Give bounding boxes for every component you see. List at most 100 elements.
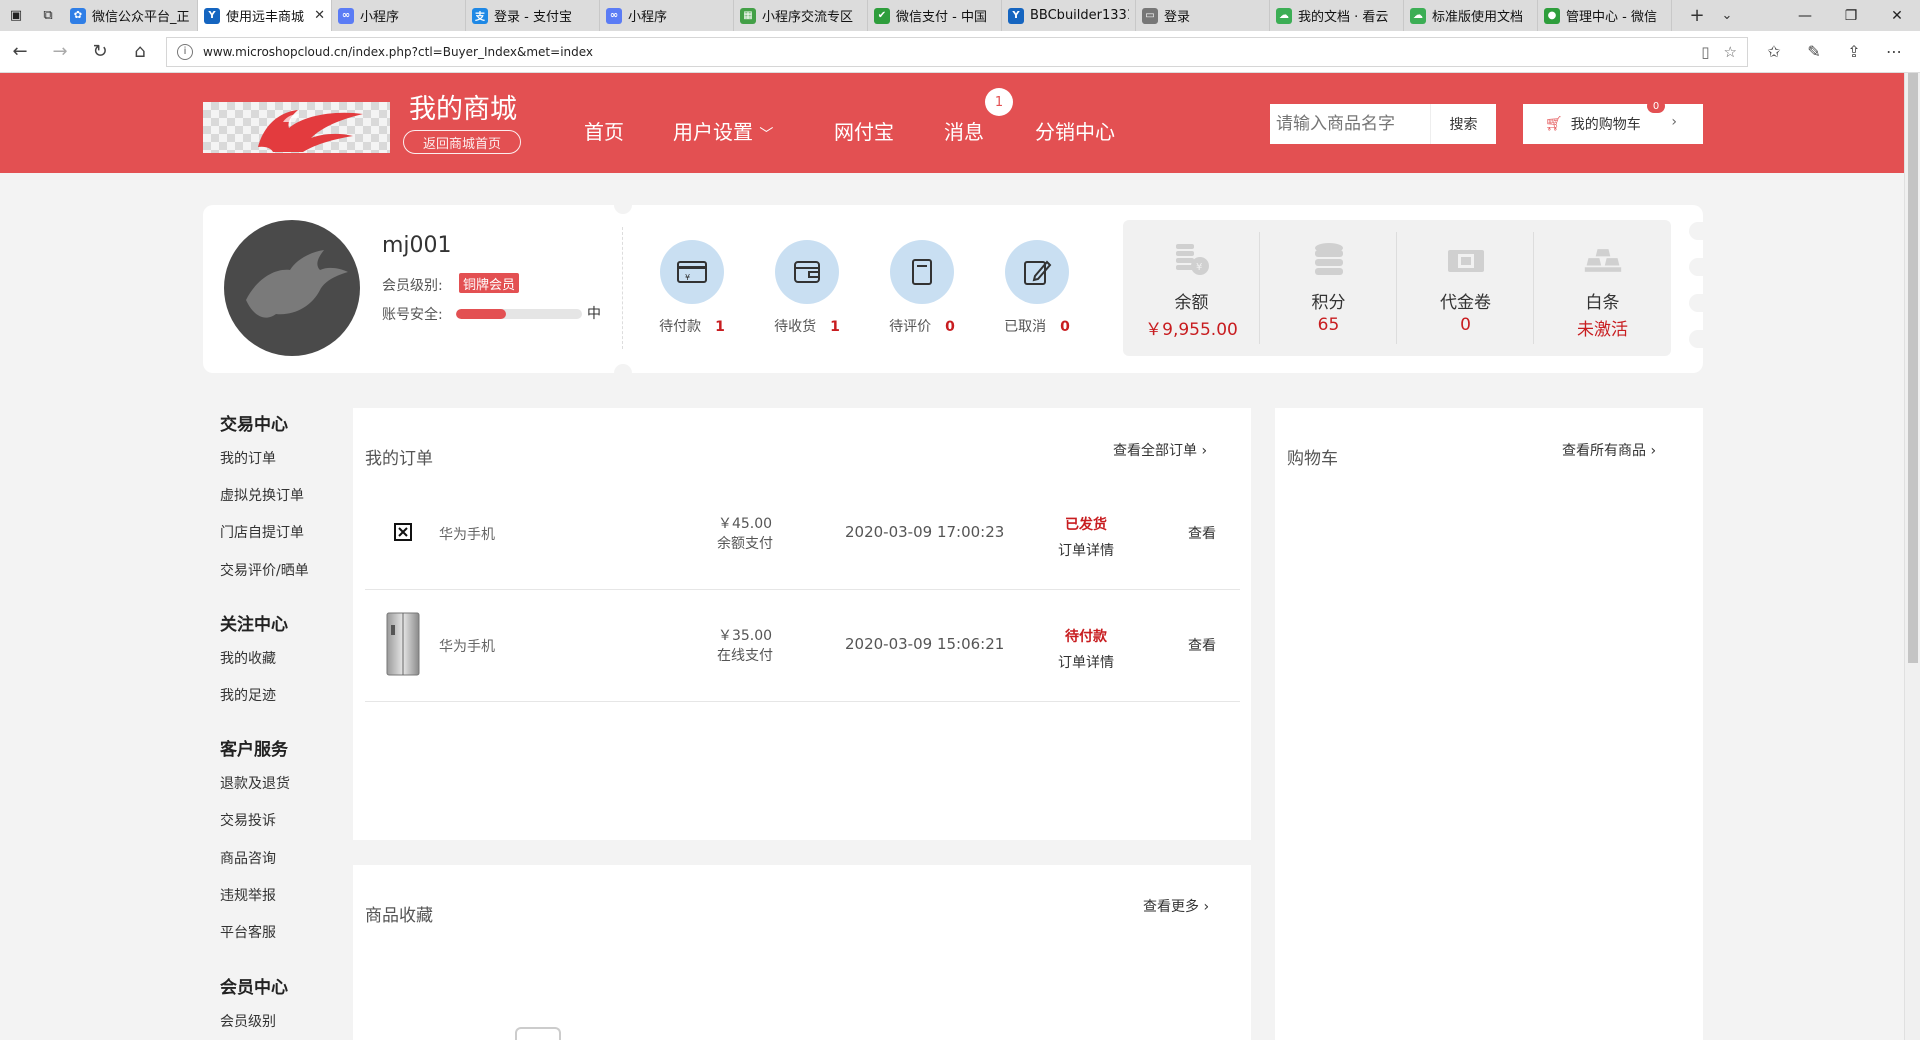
sidebar-item-inquiries[interactable]: 商品咨询 xyxy=(220,848,276,868)
product-image-placeholder[interactable] xyxy=(377,492,429,572)
asset-balance[interactable]: ¥ 余额 ￥9,955.00 xyxy=(1123,220,1260,356)
cart-panel xyxy=(1275,408,1703,1040)
scrollbar-thumb[interactable] xyxy=(1908,73,1918,663)
browser-tab[interactable]: ∞ 小程序 xyxy=(332,0,466,31)
browser-tab[interactable]: ✔ 微信支付 - 中国 xyxy=(868,0,1002,31)
minimize-button[interactable]: — xyxy=(1782,0,1828,31)
sidebar-item-my-orders[interactable]: 我的订单 xyxy=(220,448,276,468)
order-pay-method: 余额支付 xyxy=(717,536,773,552)
database-icon xyxy=(1309,242,1349,278)
order-stat-cancelled[interactable]: 已取消 0 xyxy=(992,240,1082,336)
browser-tab[interactable]: Y 使用远丰商城 ✕ xyxy=(198,0,332,31)
sidebar-item-member-level[interactable]: 会员级别 xyxy=(220,1011,276,1031)
security-level: 中 xyxy=(587,306,601,322)
forward-button[interactable]: → xyxy=(40,41,80,62)
browser-tab[interactable]: ▭ 登录 xyxy=(1136,0,1270,31)
browser-tab-label: 小程序 xyxy=(360,10,400,25)
card-icon: ¥ xyxy=(660,240,724,304)
my-cart-button[interactable]: 🛒︎ 我的购物车 › xyxy=(1523,104,1703,144)
card-notch xyxy=(614,196,632,214)
reading-view-icon[interactable]: ▯ xyxy=(1701,43,1709,61)
order-view-link[interactable]: 查看 xyxy=(1188,523,1216,543)
browser-tab[interactable]: Y BBCbuilder1331 xyxy=(1002,0,1136,31)
browser-tab[interactable]: ☁ 标准版使用文档 xyxy=(1404,0,1538,31)
more-icon[interactable]: ⋯ xyxy=(1874,42,1914,61)
sidebar-item-reports[interactable]: 违规举报 xyxy=(220,885,276,905)
search-input[interactable] xyxy=(1276,114,1426,134)
new-tab-button[interactable]: + xyxy=(1682,0,1712,31)
back-to-mall-button[interactable]: 返回商城首页 xyxy=(403,130,521,154)
avatar[interactable] xyxy=(224,220,360,356)
close-window-button[interactable]: ✕ xyxy=(1874,0,1920,31)
security-progress-bar xyxy=(456,309,582,319)
member-level-badge[interactable]: 铜牌会员 xyxy=(459,273,520,293)
sidebar-item-refunds[interactable]: 退款及退货 xyxy=(220,773,290,793)
tab-list-chevron-icon[interactable]: ⌄ xyxy=(1712,0,1742,31)
refresh-button[interactable]: ↻ xyxy=(80,41,120,62)
card-scallop xyxy=(1689,258,1703,276)
nav-distribution[interactable]: 分销中心 xyxy=(1035,116,1115,145)
tab-actions-icon[interactable]: ▣ xyxy=(0,0,32,31)
order-detail-link[interactable]: 订单详情 xyxy=(1050,650,1122,676)
empty-favorites-icon xyxy=(515,1027,561,1040)
sidebar-item-reviews[interactable]: 交易评价/晒单 xyxy=(220,560,309,580)
view-all-cart-link[interactable]: 查看所有商品 › xyxy=(1562,440,1656,460)
back-button[interactable]: ← xyxy=(0,41,40,62)
close-tab-icon[interactable]: ✕ xyxy=(314,8,325,23)
order-product-name[interactable]: 华为手机 xyxy=(439,636,495,656)
orders-panel-title: 我的订单 xyxy=(365,449,433,469)
set-aside-tabs-icon[interactable]: ⧉ xyxy=(32,0,64,31)
tab-favicon-icon: ● xyxy=(1544,7,1560,24)
sidebar-item-pickup-orders[interactable]: 门店自提订单 xyxy=(220,522,304,542)
restore-button[interactable]: ❐ xyxy=(1828,0,1874,31)
nav-home[interactable]: 首页 xyxy=(584,116,624,145)
browser-tab[interactable]: ∞ 小程序 xyxy=(600,0,734,31)
order-pay-method: 在线支付 xyxy=(717,648,773,664)
browser-tab[interactable]: ✿ 微信公众平台_正 xyxy=(64,0,198,31)
view-more-favorites-link[interactable]: 查看更多 › xyxy=(1143,896,1209,916)
url-field[interactable]: i www.microshopcloud.cn/index.php?ctl=Bu… xyxy=(166,36,1748,67)
view-all-orders-link[interactable]: 查看全部订单 › xyxy=(1113,440,1207,460)
brand-title[interactable]: 我的商城 xyxy=(409,87,517,126)
nav-user-settings[interactable]: 用户设置 ﹀ xyxy=(673,116,773,145)
order-stat-pending-payment[interactable]: ¥ 待付款 1 xyxy=(647,240,737,336)
asset-points[interactable]: 积分 65 xyxy=(1260,220,1397,356)
sidebar-item-complaints[interactable]: 交易投诉 xyxy=(220,810,276,830)
voucher-icon xyxy=(1446,242,1486,278)
search-button[interactable]: 搜索 xyxy=(1430,104,1496,144)
chevron-down-icon: ﹀ xyxy=(759,127,774,143)
sidebar-item-favorites[interactable]: 我的收藏 xyxy=(220,648,276,668)
card-scallop xyxy=(1689,294,1703,312)
order-stat-label: 待收货 xyxy=(774,319,817,335)
nav-wangfubao[interactable]: 网付宝 xyxy=(834,116,894,145)
asset-voucher[interactable]: 代金卷 0 xyxy=(1397,220,1534,356)
page-scrollbar[interactable] xyxy=(1904,73,1920,1040)
order-stat-pending-receipt[interactable]: 待收货 1 xyxy=(762,240,852,336)
sidebar-item-virtual-orders[interactable]: 虚拟兑换订单 xyxy=(220,485,304,505)
asset-credit[interactable]: 白条 未激活 xyxy=(1534,220,1671,356)
sidebar-item-customer-service[interactable]: 平台客服 xyxy=(220,922,276,942)
favorites-icon[interactable]: ✩ xyxy=(1754,42,1794,61)
product-image[interactable] xyxy=(377,604,429,684)
home-button[interactable]: ⌂ xyxy=(120,41,160,62)
browser-tab[interactable]: ☁ 我的文档 · 看云 xyxy=(1270,0,1404,31)
order-view-link[interactable]: 查看 xyxy=(1188,635,1216,655)
order-stat-label: 已取消 xyxy=(1004,319,1047,335)
pen-icon[interactable]: ✎ xyxy=(1794,42,1834,61)
browser-tab[interactable]: ● 管理中心 - 微信 xyxy=(1538,0,1672,31)
order-stat-pending-review[interactable]: 待评价 0 xyxy=(877,240,967,336)
share-icon[interactable]: ⇪ xyxy=(1834,42,1874,61)
order-product-name[interactable]: 华为手机 xyxy=(439,524,495,544)
asset-label: 代金卷 xyxy=(1440,293,1491,313)
order-stat-label: 待付款 xyxy=(659,319,702,335)
favorite-star-icon[interactable]: ☆ xyxy=(1724,43,1737,61)
browser-tab[interactable]: 支登录 - 支付宝 xyxy=(466,0,600,31)
site-logo[interactable] xyxy=(203,102,390,153)
nav-messages[interactable]: 消息 xyxy=(944,116,984,145)
site-info-icon[interactable]: i xyxy=(177,43,193,60)
tab-favicon-icon: Y xyxy=(1008,7,1024,24)
browser-tab[interactable]: ▦ 小程序交流专区 xyxy=(734,0,868,31)
message-count-badge[interactable]: 1 xyxy=(985,88,1013,116)
order-detail-link[interactable]: 订单详情 xyxy=(1050,538,1122,564)
sidebar-item-footprints[interactable]: 我的足迹 xyxy=(220,685,276,705)
